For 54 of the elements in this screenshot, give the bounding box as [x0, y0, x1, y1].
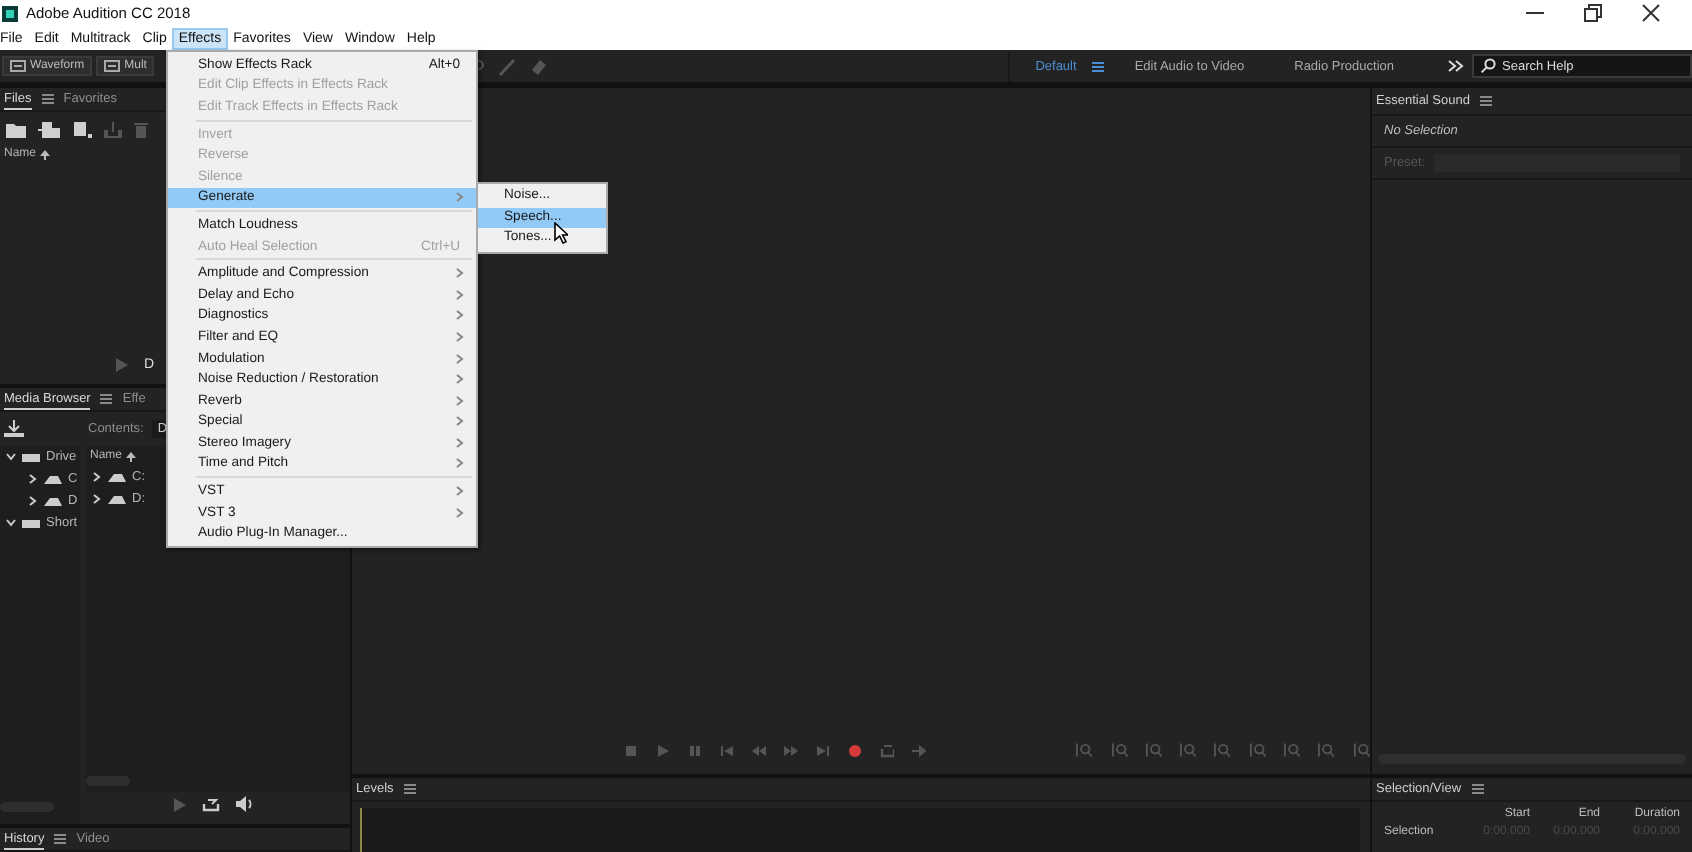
chevron-down-icon[interactable]: [6, 452, 16, 462]
import-icon[interactable]: [38, 122, 60, 138]
panel-menu-icon[interactable]: [100, 394, 113, 404]
more-icon[interactable]: [1448, 60, 1464, 72]
close-icon[interactable]: [1642, 4, 1660, 22]
rewind-icon[interactable]: [752, 743, 766, 757]
app-icon: [2, 5, 18, 21]
eraser-icon: [530, 57, 549, 75]
waveform-icon: [10, 60, 26, 72]
chevron-right-icon[interactable]: [92, 472, 102, 482]
waveform-icon: [104, 60, 121, 72]
folder-icon[interactable]: [6, 122, 26, 138]
drive-icon: [22, 451, 40, 463]
skip-back-icon[interactable]: [720, 743, 734, 757]
play-icon[interactable]: [656, 743, 670, 757]
zoom-icon[interactable]: [1214, 742, 1232, 758]
chevron-right-icon[interactable]: [28, 496, 38, 506]
chevron-right-icon[interactable]: [92, 494, 102, 504]
sort-arrow-icon: [40, 149, 51, 159]
zoom-icon[interactable]: [1318, 742, 1336, 758]
pause-icon[interactable]: [688, 743, 702, 757]
restore-icon[interactable]: [1584, 4, 1602, 22]
panel-menu-icon[interactable]: [41, 94, 54, 104]
zoom-icon[interactable]: [1180, 742, 1197, 758]
trash-icon[interactable]: [134, 122, 148, 138]
chevron-down-icon[interactable]: [6, 518, 16, 528]
speaker-icon[interactable]: [236, 796, 254, 812]
export-icon[interactable]: [104, 122, 122, 138]
fast-forward-icon[interactable]: [784, 743, 798, 757]
zoom-icon[interactable]: [1249, 742, 1267, 758]
mouse-cursor-icon: [554, 222, 568, 244]
zoom-icon[interactable]: [1353, 742, 1371, 758]
play-icon[interactable]: [174, 797, 186, 811]
zoom-icon[interactable]: [1145, 742, 1163, 758]
stop-icon[interactable]: [624, 743, 638, 757]
loop-icon[interactable]: [202, 797, 220, 811]
panel-menu-icon[interactable]: [1479, 96, 1492, 106]
panel-menu-icon[interactable]: [403, 784, 416, 794]
zoom-icon[interactable]: [1111, 742, 1128, 758]
record-icon[interactable]: [848, 743, 862, 757]
sort-arrow-icon: [126, 451, 137, 461]
document-icon[interactable]: [72, 122, 92, 138]
drive-icon: [22, 517, 40, 529]
chevron-right-icon[interactable]: [28, 474, 38, 484]
panel-menu-icon[interactable]: [54, 834, 67, 844]
workspace-menu-icon[interactable]: [1092, 61, 1105, 71]
panel-menu-icon[interactable]: [1471, 784, 1484, 794]
brush-icon: [498, 57, 517, 75]
zoom-icon[interactable]: [1284, 742, 1301, 758]
play-icon[interactable]: [116, 358, 128, 372]
download-icon[interactable]: [4, 420, 24, 438]
zoom-icon[interactable]: [1076, 742, 1094, 758]
skip-forward-icon[interactable]: [816, 743, 830, 757]
skip-icon[interactable]: [912, 743, 926, 757]
